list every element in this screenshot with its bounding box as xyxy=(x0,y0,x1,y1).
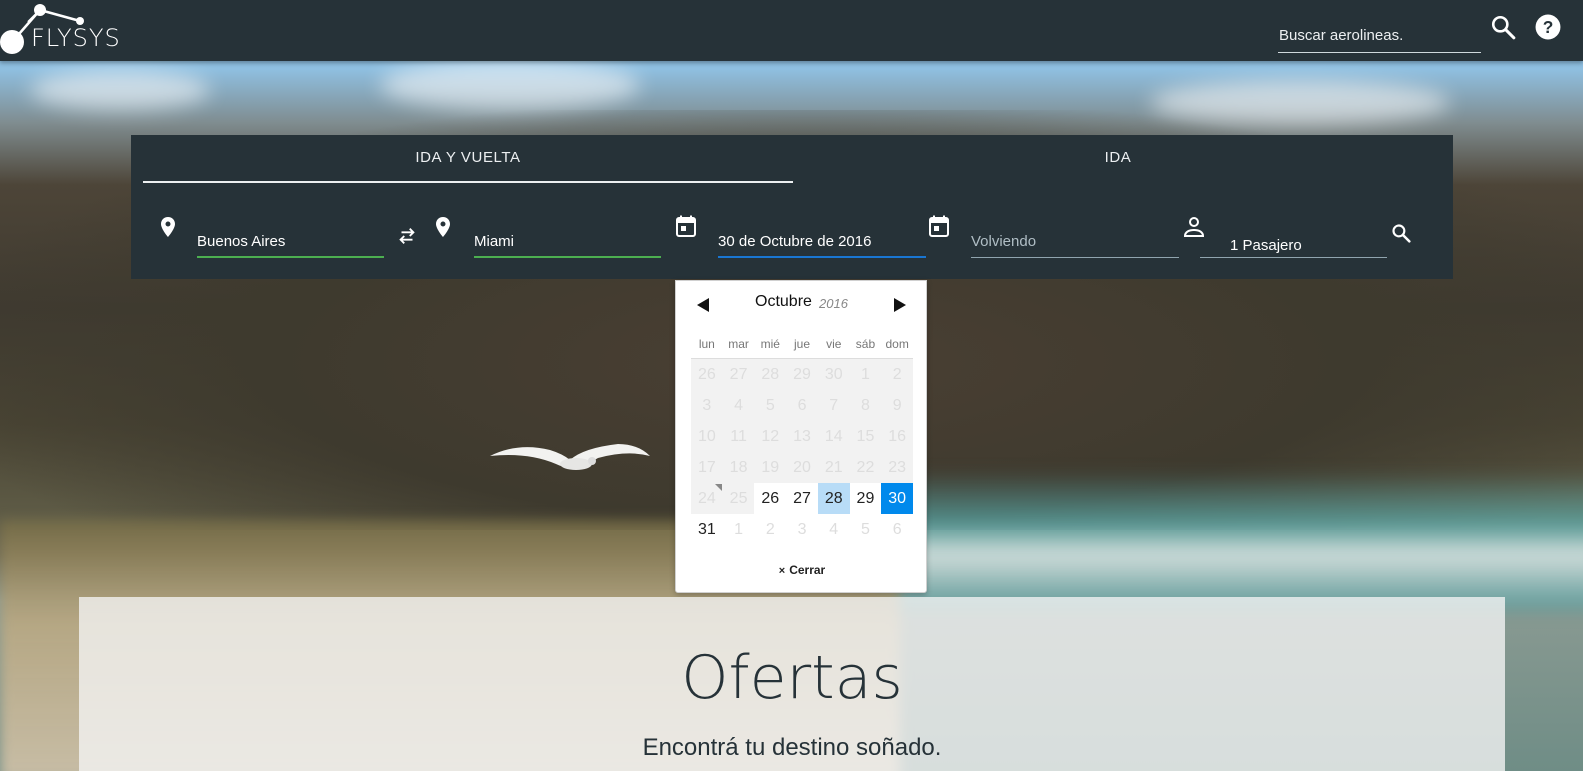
help-icon[interactable]: ? xyxy=(1535,14,1561,40)
passengers-field[interactable]: 1 Pasajero xyxy=(1200,214,1387,258)
calendar-day: 14 xyxy=(817,421,850,452)
calendar-week-row: 3456789 xyxy=(691,390,914,421)
datepicker-popup: Octubre 2016 lun mar mié jue vie sáb dom… xyxy=(675,280,927,593)
calendar-day: 22 xyxy=(849,452,882,483)
calendar-day: 16 xyxy=(881,421,914,452)
calendar-day: 5 xyxy=(754,390,787,421)
calendar-day: 23 xyxy=(881,452,914,483)
year-label: 2016 xyxy=(819,296,848,311)
calendar-day: 12 xyxy=(754,421,787,452)
calendar-day: 19 xyxy=(754,452,787,483)
flysys-logo[interactable]: FLYSYS xyxy=(0,0,130,61)
calendar-day[interactable]: 31 xyxy=(691,514,723,545)
origin-field[interactable]: Buenos Aires xyxy=(197,214,384,258)
offers-section: Ofertas Encontrá tu destino soñado. xyxy=(79,597,1505,771)
calendar-day: 1 xyxy=(849,359,882,390)
calendar-icon xyxy=(929,215,949,237)
calendar-day-selected[interactable]: 30 xyxy=(881,483,914,514)
calendar-week-row: 17 18 19 20 21 22 23 xyxy=(691,452,914,483)
month-label: Octubre xyxy=(755,293,812,310)
next-month-icon[interactable] xyxy=(893,297,907,313)
calendar-day: 2 xyxy=(881,359,914,390)
airline-search-input[interactable] xyxy=(1278,15,1481,53)
calendar-day: 7 xyxy=(817,390,850,421)
weekday-label: mar xyxy=(728,337,749,351)
calendar-day[interactable]: 27 xyxy=(786,483,818,514)
calendar-icon xyxy=(676,215,696,237)
calendar-day: 28 xyxy=(754,359,787,390)
swap-icon[interactable] xyxy=(396,225,418,247)
departure-date-field[interactable]: 30 de Octubre de 2016 xyxy=(718,214,926,258)
calendar-day: 1 xyxy=(734,521,744,538)
calendar-day: 6 xyxy=(892,521,902,538)
search-flights-icon[interactable] xyxy=(1391,223,1411,243)
close-label: Cerrar xyxy=(789,563,826,577)
flight-search-panel: IDA Y VUELTA IDA Buenos Aires Miami 30 d… xyxy=(131,135,1453,279)
calendar-day: 26 xyxy=(691,359,723,390)
calendar-day: 10 xyxy=(691,421,723,452)
datepicker-header: Octubre 2016 xyxy=(676,291,928,321)
weekday-label: dom xyxy=(885,337,909,351)
weekday-label: mié xyxy=(760,337,780,351)
calendar-day: 6 xyxy=(786,390,818,421)
calendar-day: 30 xyxy=(817,359,850,390)
svg-text:?: ? xyxy=(1543,17,1554,37)
calendar-day: 29 xyxy=(786,359,818,390)
weekday-label: jue xyxy=(794,337,811,351)
close-icon: × xyxy=(778,565,786,577)
weekday-header: lun mar mié jue vie sáb dom xyxy=(691,337,913,359)
calendar-day: 21 xyxy=(817,452,850,483)
calendar-day: 13 xyxy=(786,421,818,452)
logo-text: FLYSYS xyxy=(31,24,121,52)
calendar-day: 27 xyxy=(722,359,755,390)
location-pin-icon xyxy=(436,217,450,237)
calendar-day: 3 xyxy=(797,521,807,538)
seagull-image xyxy=(490,444,650,470)
calendar-day-grid: 26 27 28 29 30 1 2 3 4 5 6 7 8 9 10 11 12 13 14 15 16 17 18 19 2… xyxy=(691,359,914,545)
calendar-day: 2 xyxy=(765,521,775,538)
sea-waves xyxy=(880,470,1583,610)
weekday-label: vie xyxy=(826,337,842,351)
calendar-week-row: 10 11 12 13 14 15 16 xyxy=(691,421,914,452)
location-pin-icon xyxy=(161,217,175,237)
close-button[interactable]: × Cerrar xyxy=(676,563,928,577)
calendar-day: 4 xyxy=(829,521,839,538)
cloud xyxy=(380,60,640,110)
tab-round-trip[interactable]: IDA Y VUELTA xyxy=(143,135,793,183)
calendar-day: 18 xyxy=(722,452,755,483)
calendar-week-row: 26 27 28 29 30 1 2 xyxy=(691,359,914,390)
calendar-day-today[interactable]: 28 xyxy=(817,483,850,514)
calendar-day: 15 xyxy=(849,421,882,452)
calendar-day: 25 xyxy=(722,483,755,514)
calendar-day: 11 xyxy=(722,421,755,452)
offers-subtitle: Encontrá tu destino soñado. xyxy=(642,734,942,761)
calendar-day: 24 xyxy=(691,483,723,514)
previous-month-icon[interactable] xyxy=(696,297,710,313)
calendar-week-row: 24 25 26 27 28 29 30 xyxy=(691,483,914,514)
search-icon[interactable] xyxy=(1490,14,1516,40)
calendar-day: 3 xyxy=(691,390,723,421)
weekday-label: lun xyxy=(698,337,715,351)
calendar-day: 17 xyxy=(691,452,723,483)
tab-one-way[interactable]: IDA xyxy=(793,135,1443,183)
calendar-day: 4 xyxy=(722,390,755,421)
calendar-day: 20 xyxy=(786,452,818,483)
return-date-field[interactable]: Volviendo xyxy=(971,214,1179,258)
offers-title: Ofertas xyxy=(681,643,903,713)
cloud xyxy=(30,70,210,110)
destination-field[interactable]: Miami xyxy=(474,214,661,258)
calendar-day: 5 xyxy=(861,521,870,538)
calendar-day[interactable]: 26 xyxy=(754,483,786,514)
top-navbar: FLYSYS ? xyxy=(0,0,1583,61)
calendar-day: 8 xyxy=(849,390,882,421)
weekday-label: sáb xyxy=(855,337,876,351)
calendar-day[interactable]: 29 xyxy=(850,483,882,514)
calendar-week-row: 31 1 2 3 4 5 6 xyxy=(691,514,913,545)
calendar-day: 9 xyxy=(881,390,914,421)
